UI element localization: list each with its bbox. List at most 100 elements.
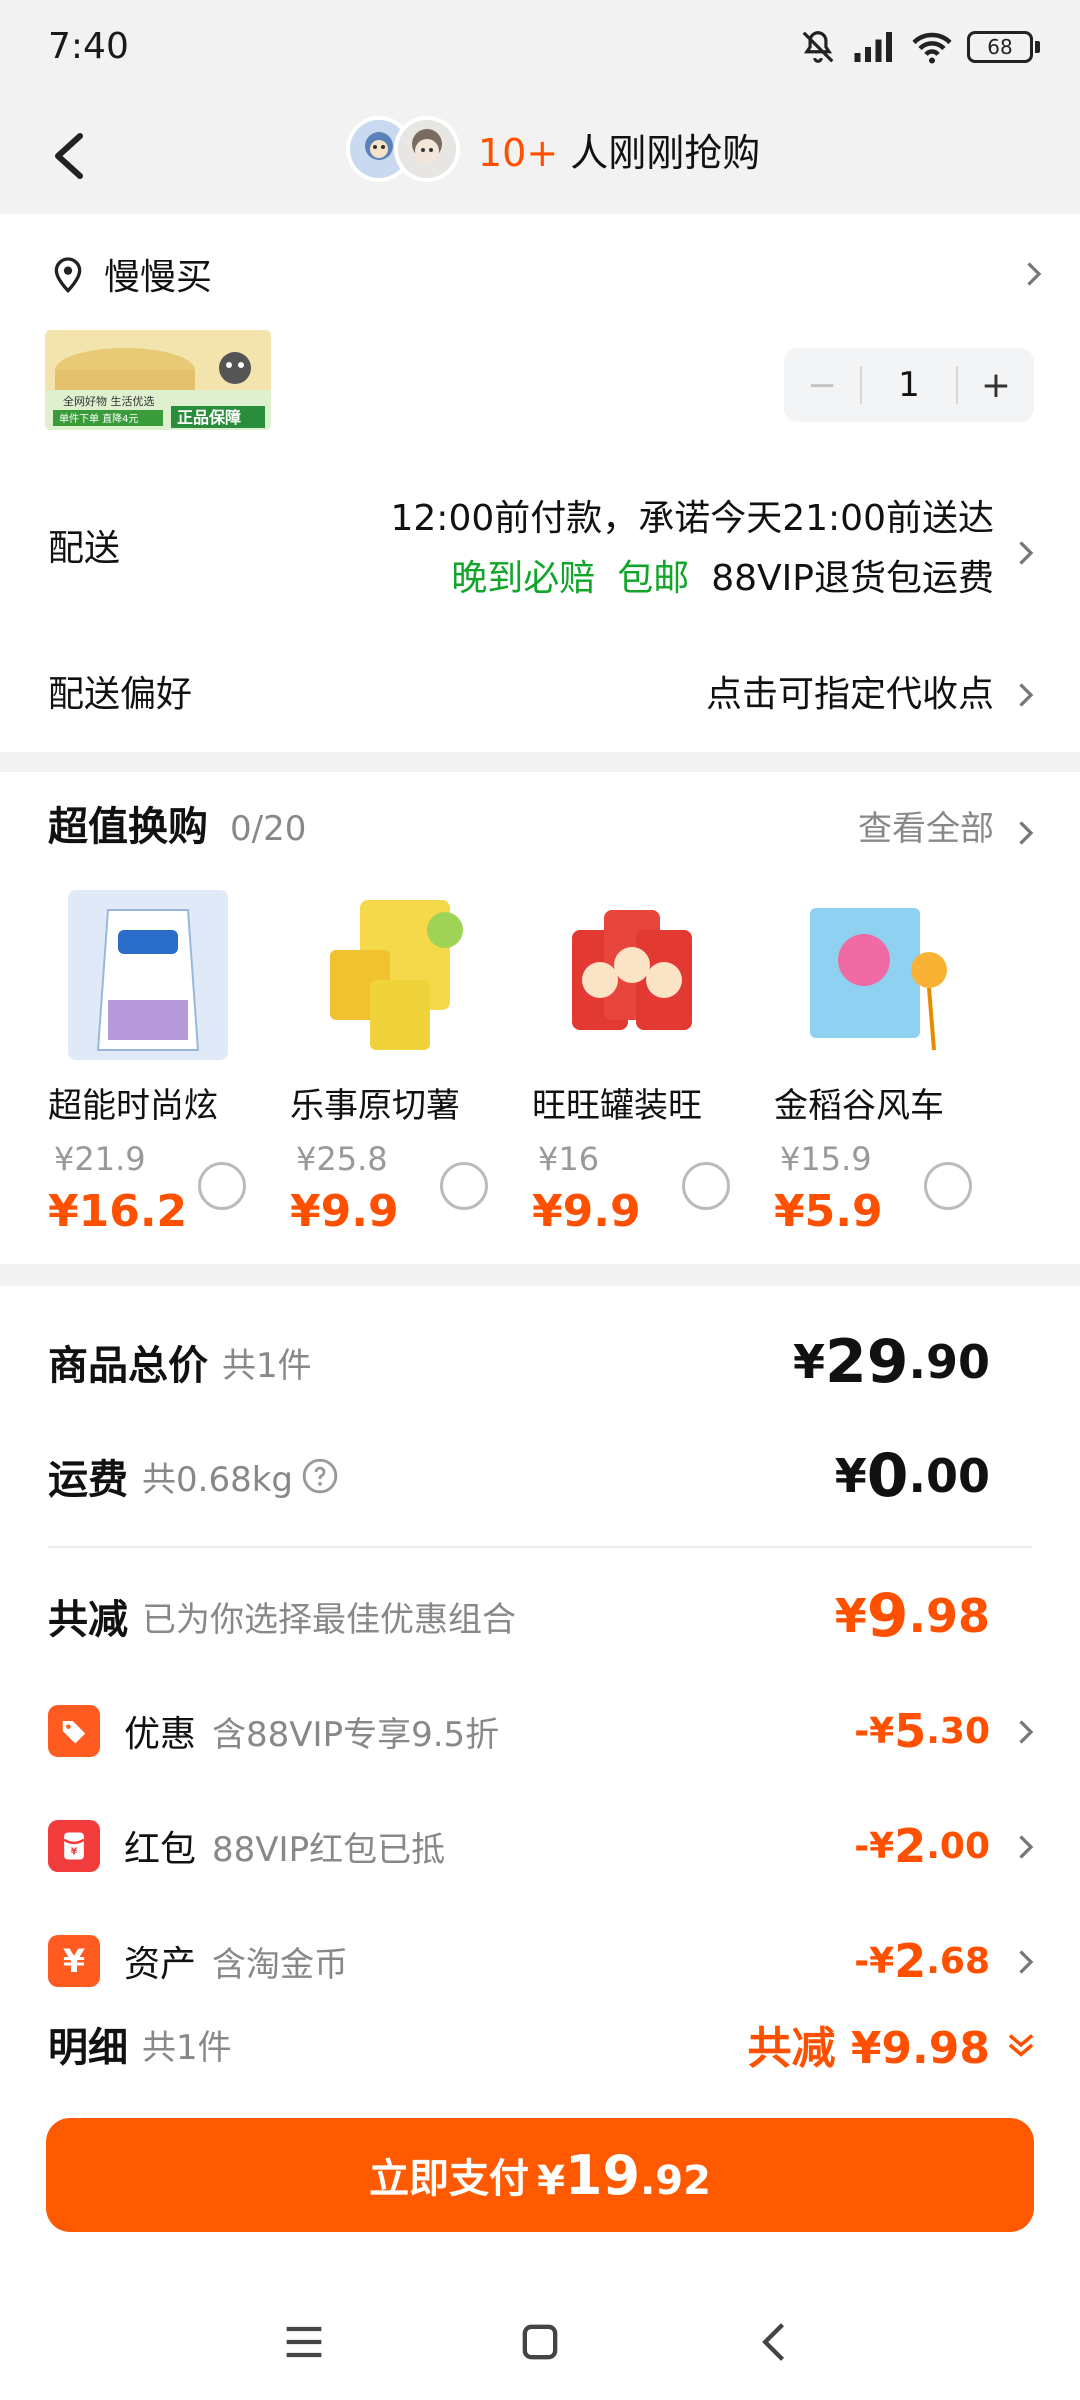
add-on-item[interactable]: 金稻谷风车 ¥15.9 ¥5.9	[774, 890, 1004, 1234]
item-count: 共1件	[222, 1345, 312, 1386]
view-all-link[interactable]: 查看全部	[858, 806, 994, 852]
detail-amount: 共减 ¥9.98	[747, 2023, 991, 2074]
chevron-right-icon	[1027, 262, 1042, 286]
recent-buyers: 10+ 人刚刚抢购	[346, 116, 760, 182]
yen-icon: ¥	[48, 1935, 100, 1987]
quantity-stepper: − 1 +	[784, 348, 1034, 422]
free-shipping-tag: 包邮	[617, 558, 690, 599]
total-price-amount: ¥29.90	[792, 1327, 990, 1397]
address-row[interactable]: 慢慢买	[48, 244, 1048, 304]
discount-title: 资产	[124, 1944, 197, 1985]
status-time: 7:40	[48, 26, 129, 67]
total-price-label: 商品总价	[48, 1343, 208, 1389]
price-summary-card: 商品总价 共1件 ¥29.90 运费 共0.68kg ¥0.00 共减 已为你选…	[0, 1286, 1080, 2400]
discount-row-red-envelope[interactable]: ¥ 红包 88VIP红包已抵 -¥ 2.00	[48, 1806, 1040, 1886]
add-on-name: 乐事原切薯	[290, 1086, 460, 1126]
discount-row-assets[interactable]: ¥ 资产 含淘金币 -¥ 2.68	[48, 1921, 1040, 2001]
total-reduce-row: 共减 已为你选择最佳优惠组合 ¥9.98	[48, 1576, 1040, 1656]
chevron-left-icon	[55, 133, 83, 179]
discount-row-coupon[interactable]: 优惠 含88VIP专享9.5折 -¥ 5.30	[48, 1691, 1040, 1771]
discount-amount: -¥ 5.30	[854, 1704, 990, 1758]
delivery-preference-label: 配送偏好	[48, 674, 193, 715]
total-reduce-amount: ¥9.98	[834, 1581, 990, 1651]
svg-text:¥: ¥	[71, 1847, 78, 1858]
quantity-value[interactable]: 1	[860, 366, 958, 404]
add-on-title: 超值换购	[48, 804, 208, 850]
best-combo-note: 已为你选择最佳优惠组合	[142, 1599, 516, 1640]
back-icon[interactable]	[750, 2316, 802, 2368]
select-radio[interactable]	[198, 1162, 246, 1210]
chevron-right-icon	[1019, 1835, 1034, 1859]
select-radio[interactable]	[924, 1162, 972, 1210]
product-image	[794, 890, 954, 1060]
vip-return-tag: 88VIP退货包运费	[711, 558, 994, 599]
discount-sub: 含88VIP专享9.5折	[212, 1714, 500, 1755]
product-image	[68, 890, 228, 1060]
shipping-weight: 共0.68kg	[142, 1459, 293, 1500]
detail-row[interactable]: 明细 共1件 共减 ¥9.98	[48, 2004, 1040, 2084]
banner-line2: 单件下单 直降4元	[59, 412, 139, 425]
total-price-row: 商品总价 共1件 ¥29.90	[48, 1322, 1040, 1402]
deal-price: ¥9.9	[532, 1186, 641, 1237]
chevron-right-icon[interactable]	[1010, 680, 1040, 710]
home-icon[interactable]	[514, 2316, 566, 2368]
battery-icon: 68	[967, 31, 1040, 63]
original-price: ¥25.8	[296, 1140, 388, 1178]
pay-now-button[interactable]: 立即支付 ¥19.92	[46, 2118, 1034, 2232]
deal-price: ¥9.9	[290, 1186, 399, 1237]
delivery-promise[interactable]: 12:00前付款，承诺今天21:00前送达	[391, 494, 995, 544]
avatar	[394, 116, 460, 182]
order-info-card: 慢慢买 全网好物 生活优选 单件下单 直降4元 正品保障 − 1 + 配送 12…	[0, 214, 1080, 752]
help-icon[interactable]	[301, 1457, 339, 1495]
total-reduce-label: 共减	[48, 1597, 128, 1643]
menu-icon[interactable]	[278, 2316, 330, 2368]
nav-bar: 10+ 人刚刚抢购	[0, 96, 1080, 214]
chevron-right-icon[interactable]	[1010, 818, 1040, 848]
shipping-label: 运费	[48, 1457, 128, 1503]
discount-amount: -¥ 2.00	[854, 1819, 990, 1873]
pay-now-label: 立即支付	[369, 2156, 530, 2202]
product-image	[552, 890, 712, 1060]
add-on-item[interactable]: 乐事原切薯 ¥25.8 ¥9.9	[290, 890, 520, 1234]
delivery-label: 配送	[48, 528, 121, 569]
add-on-item[interactable]: 超能时尚炫 ¥21.9 ¥16.2	[48, 890, 278, 1234]
chevron-right-icon	[1019, 1720, 1034, 1744]
buyers-text: 10+ 人刚刚抢购	[478, 122, 760, 177]
status-bar: 7:40 68	[0, 0, 1080, 96]
delivery-preference-value[interactable]: 点击可指定代收点	[706, 670, 994, 720]
chevron-right-icon	[1019, 1950, 1034, 1974]
detail-label: 明细	[48, 2025, 128, 2071]
discount-sub: 含淘金币	[212, 1944, 349, 1985]
banner-badge: 正品保障	[177, 408, 241, 427]
wifi-icon	[912, 32, 952, 64]
shipping-amount: ¥0.00	[834, 1441, 990, 1511]
double-chevron-down-icon	[1008, 2034, 1034, 2057]
select-radio[interactable]	[440, 1162, 488, 1210]
banner-line1: 全网好物 生活优选	[63, 394, 155, 408]
late-compensation-tag: 晚到必赔	[451, 558, 596, 599]
delivery-tags[interactable]: 晚到必赔 包邮 88VIP退货包运费	[451, 554, 994, 604]
product-image	[310, 890, 470, 1060]
decrease-button[interactable]: −	[784, 348, 860, 422]
chevron-right-icon[interactable]	[1010, 538, 1040, 568]
add-on-count: 0/20	[230, 809, 307, 849]
location-pin-icon	[54, 257, 82, 294]
tag-icon	[48, 1705, 100, 1757]
discount-title: 优惠	[124, 1714, 197, 1755]
discount-sub: 88VIP红包已抵	[212, 1829, 446, 1870]
deal-price: ¥16.2	[48, 1186, 188, 1237]
add-on-name: 金稻谷风车	[774, 1086, 944, 1126]
select-radio[interactable]	[682, 1162, 730, 1210]
detail-count: 共1件	[142, 2027, 232, 2068]
system-navigation	[0, 2292, 1080, 2392]
red-envelope-icon: ¥	[48, 1820, 100, 1872]
product-thumbnail[interactable]: 全网好物 生活优选 单件下单 直降4元 正品保障	[45, 330, 271, 430]
shipping-row: 运费 共0.68kg ¥0.00	[48, 1436, 1040, 1516]
divider	[48, 1546, 1032, 1548]
back-button[interactable]	[30, 116, 110, 196]
pay-amount: ¥19.92	[537, 2143, 711, 2207]
add-on-name: 超能时尚炫	[48, 1086, 218, 1126]
original-price: ¥21.9	[54, 1140, 146, 1178]
add-on-item[interactable]: 旺旺罐装旺 ¥16 ¥9.9	[532, 890, 762, 1234]
increase-button[interactable]: +	[958, 348, 1034, 422]
